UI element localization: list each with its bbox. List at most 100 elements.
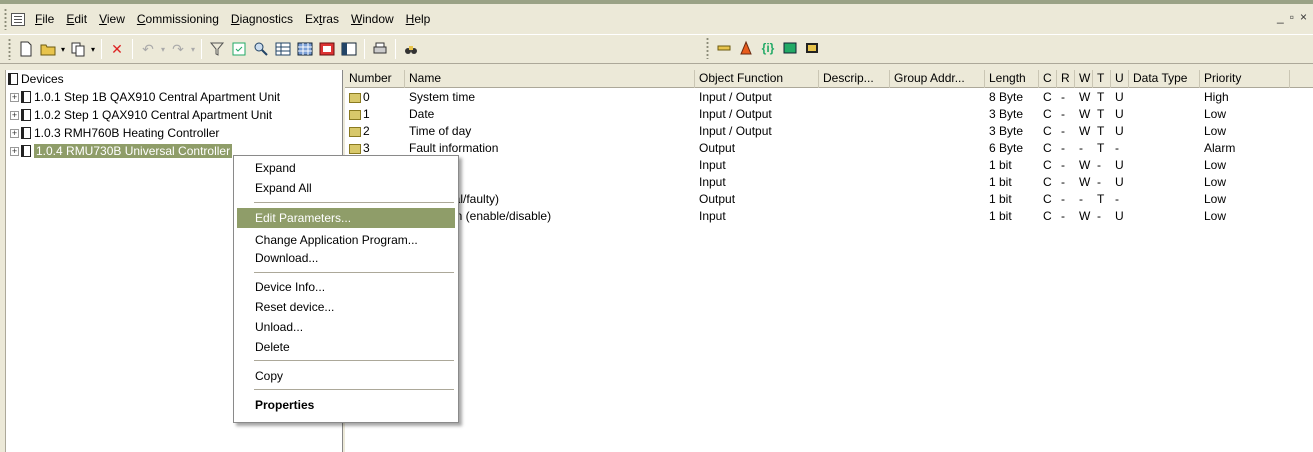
context-menu-item-change-application-program[interactable]: Change Application Program... [237, 230, 455, 250]
tree-root-devices[interactable]: Devices [8, 70, 64, 88]
cell-text: Fault information [409, 141, 499, 155]
context-menu-item-expand[interactable]: Expand [237, 158, 455, 178]
table-row[interactable]: te (normal/faulty)Output1 bitC--T-Low [345, 191, 1313, 208]
column-header-data-type[interactable]: Data Type [1129, 70, 1200, 88]
column-header-number[interactable]: Number [345, 70, 405, 88]
column-header-w[interactable]: W [1075, 70, 1093, 88]
context-menu-item-edit-parameters[interactable]: Edit Parameters... [237, 208, 455, 228]
minimize-button[interactable]: _ [1277, 10, 1284, 24]
toolbar-grip[interactable] [8, 38, 11, 60]
cell-text: U [1115, 107, 1124, 121]
redo-icon[interactable]: ↷ [167, 38, 189, 60]
context-menu-item-delete[interactable]: Delete [237, 337, 455, 357]
table-row[interactable]: nsmission (enable/disable) Input 1 bit C - W -… [345, 208, 1313, 225]
dropdown-arrow-icon[interactable]: ▾ [59, 38, 67, 60]
table-row[interactable]: 3 Fault information Output 6 Byte C - - T - Alarm [345, 140, 1313, 157]
tree-item-device-4[interactable]: + 1.0.4 RMU730B Universal Controller [10, 142, 233, 160]
table-cell [890, 106, 985, 123]
delete-icon[interactable]: ✕ [106, 38, 128, 60]
find-icon[interactable] [250, 38, 272, 60]
context-menu-item-reset-device[interactable]: Reset device... [237, 297, 455, 317]
binoculars-icon[interactable] [400, 38, 422, 60]
table-cell: - [1093, 208, 1111, 225]
table-row[interactable]: faultsInput1 bitC-W-ULow [345, 157, 1313, 174]
column-header-length[interactable]: Length [985, 70, 1039, 88]
expand-plus-icon[interactable]: + [10, 110, 19, 120]
table-cell: C [1039, 89, 1057, 106]
menu-edit[interactable]: Edit [60, 10, 93, 28]
devices-folder-icon [8, 73, 18, 85]
table-row[interactable]: ultsInput1 bitC-W-ULow [345, 174, 1313, 191]
menubar-grip[interactable] [4, 8, 7, 30]
table-cell: - [1057, 140, 1075, 157]
print-icon[interactable] [369, 38, 391, 60]
menu-help[interactable]: Help [400, 10, 437, 28]
column-header-object-function[interactable]: Object Function [695, 70, 819, 88]
monitor-icon[interactable] [779, 37, 801, 59]
table-cell: C [1039, 106, 1057, 123]
column-header-r[interactable]: R [1057, 70, 1075, 88]
table-view-icon[interactable] [294, 38, 316, 60]
dropdown-arrow-icon[interactable]: ▾ [89, 38, 97, 60]
app-window-icon[interactable] [11, 12, 25, 26]
tree-item-device-2[interactable]: + 1.0.2 Step 1 QAX910 Central Apartment … [10, 106, 272, 124]
menu-window[interactable]: Window [345, 10, 400, 28]
cell-text: Time of day [409, 124, 472, 138]
context-menu-item-unload[interactable]: Unload... [237, 317, 455, 337]
terminal-icon[interactable] [801, 37, 823, 59]
column-header-priority[interactable]: Priority [1200, 70, 1290, 88]
toolbar-grip[interactable] [706, 37, 709, 59]
menu-extras[interactable]: Extras [299, 10, 345, 28]
dropdown-arrow-icon[interactable]: ▾ [189, 38, 197, 60]
tree-item-device-3[interactable]: + 1.0.3 RMH760B Heating Controller [10, 124, 219, 142]
main-toolbar: ▾ ▾ ✕ ↶ ▾ ↷ ▾ [0, 34, 1313, 64]
context-menu-item-properties[interactable]: Properties [237, 395, 455, 415]
group-object-icon [349, 92, 361, 103]
column-header-c[interactable]: C [1039, 70, 1057, 88]
group-objects-table[interactable]: Number Name Object Function Descrip... Group… [345, 70, 1313, 452]
connect-icon[interactable] [713, 37, 735, 59]
table-row[interactable]: 1 Date Input / Output 3 Byte C - W T U Low [345, 106, 1313, 123]
column-header-t[interactable]: T [1093, 70, 1111, 88]
table-cell: - [1093, 157, 1111, 174]
info-icon[interactable]: {i} [757, 37, 779, 59]
column-header-descrip[interactable]: Descrip... [819, 70, 890, 88]
group-view-icon[interactable] [316, 38, 338, 60]
table-cell: T [1093, 123, 1111, 140]
close-button[interactable]: × [1300, 10, 1307, 24]
expand-plus-icon[interactable]: + [10, 92, 19, 102]
table-cell [890, 140, 985, 157]
table-row[interactable]: 2 Time of day Input / Output 3 Byte C - W T U Low [345, 123, 1313, 140]
panel-icon[interactable] [338, 38, 360, 60]
column-header-u[interactable]: U [1111, 70, 1129, 88]
dropdown-arrow-icon[interactable]: ▾ [159, 38, 167, 60]
filter-icon[interactable] [206, 38, 228, 60]
menu-commissioning[interactable]: Commissioning [131, 10, 225, 28]
column-header-group-addr[interactable]: Group Addr... [890, 70, 985, 88]
new-file-icon[interactable] [15, 38, 37, 60]
cell-text: C [1043, 141, 1052, 155]
column-header-name[interactable]: Name [405, 70, 695, 88]
menu-diagnostics[interactable]: Diagnostics [225, 10, 299, 28]
expand-plus-icon[interactable]: + [10, 128, 19, 138]
expand-plus-icon[interactable]: + [10, 146, 19, 156]
table-cell [1129, 157, 1200, 174]
properties-icon[interactable] [228, 38, 250, 60]
table-row[interactable]: 0 System time Input / Output 8 Byte C - W T U Hig… [345, 89, 1313, 106]
context-menu-item-device-info[interactable]: Device Info... [237, 277, 455, 297]
tree-item-device-1[interactable]: + 1.0.1 Step 1B QAX910 Central Apartment… [10, 88, 280, 106]
context-menu-item-download[interactable]: Download... [237, 248, 455, 268]
copy-icon[interactable] [67, 38, 89, 60]
context-menu-item-expand-all[interactable]: Expand All [237, 178, 455, 198]
grid-view-icon[interactable] [272, 38, 294, 60]
table-cell [819, 191, 890, 208]
undo-icon[interactable]: ↶ [137, 38, 159, 60]
bus-monitor-icon[interactable] [735, 37, 757, 59]
cell-text: C [1043, 175, 1052, 189]
menu-view[interactable]: View [93, 10, 131, 28]
menu-file[interactable]: File [29, 10, 60, 28]
open-folder-icon[interactable] [37, 38, 59, 60]
restore-button[interactable]: ▫ [1290, 10, 1294, 24]
context-menu-item-copy[interactable]: Copy [237, 366, 455, 386]
table-cell: Input / Output [695, 123, 819, 140]
